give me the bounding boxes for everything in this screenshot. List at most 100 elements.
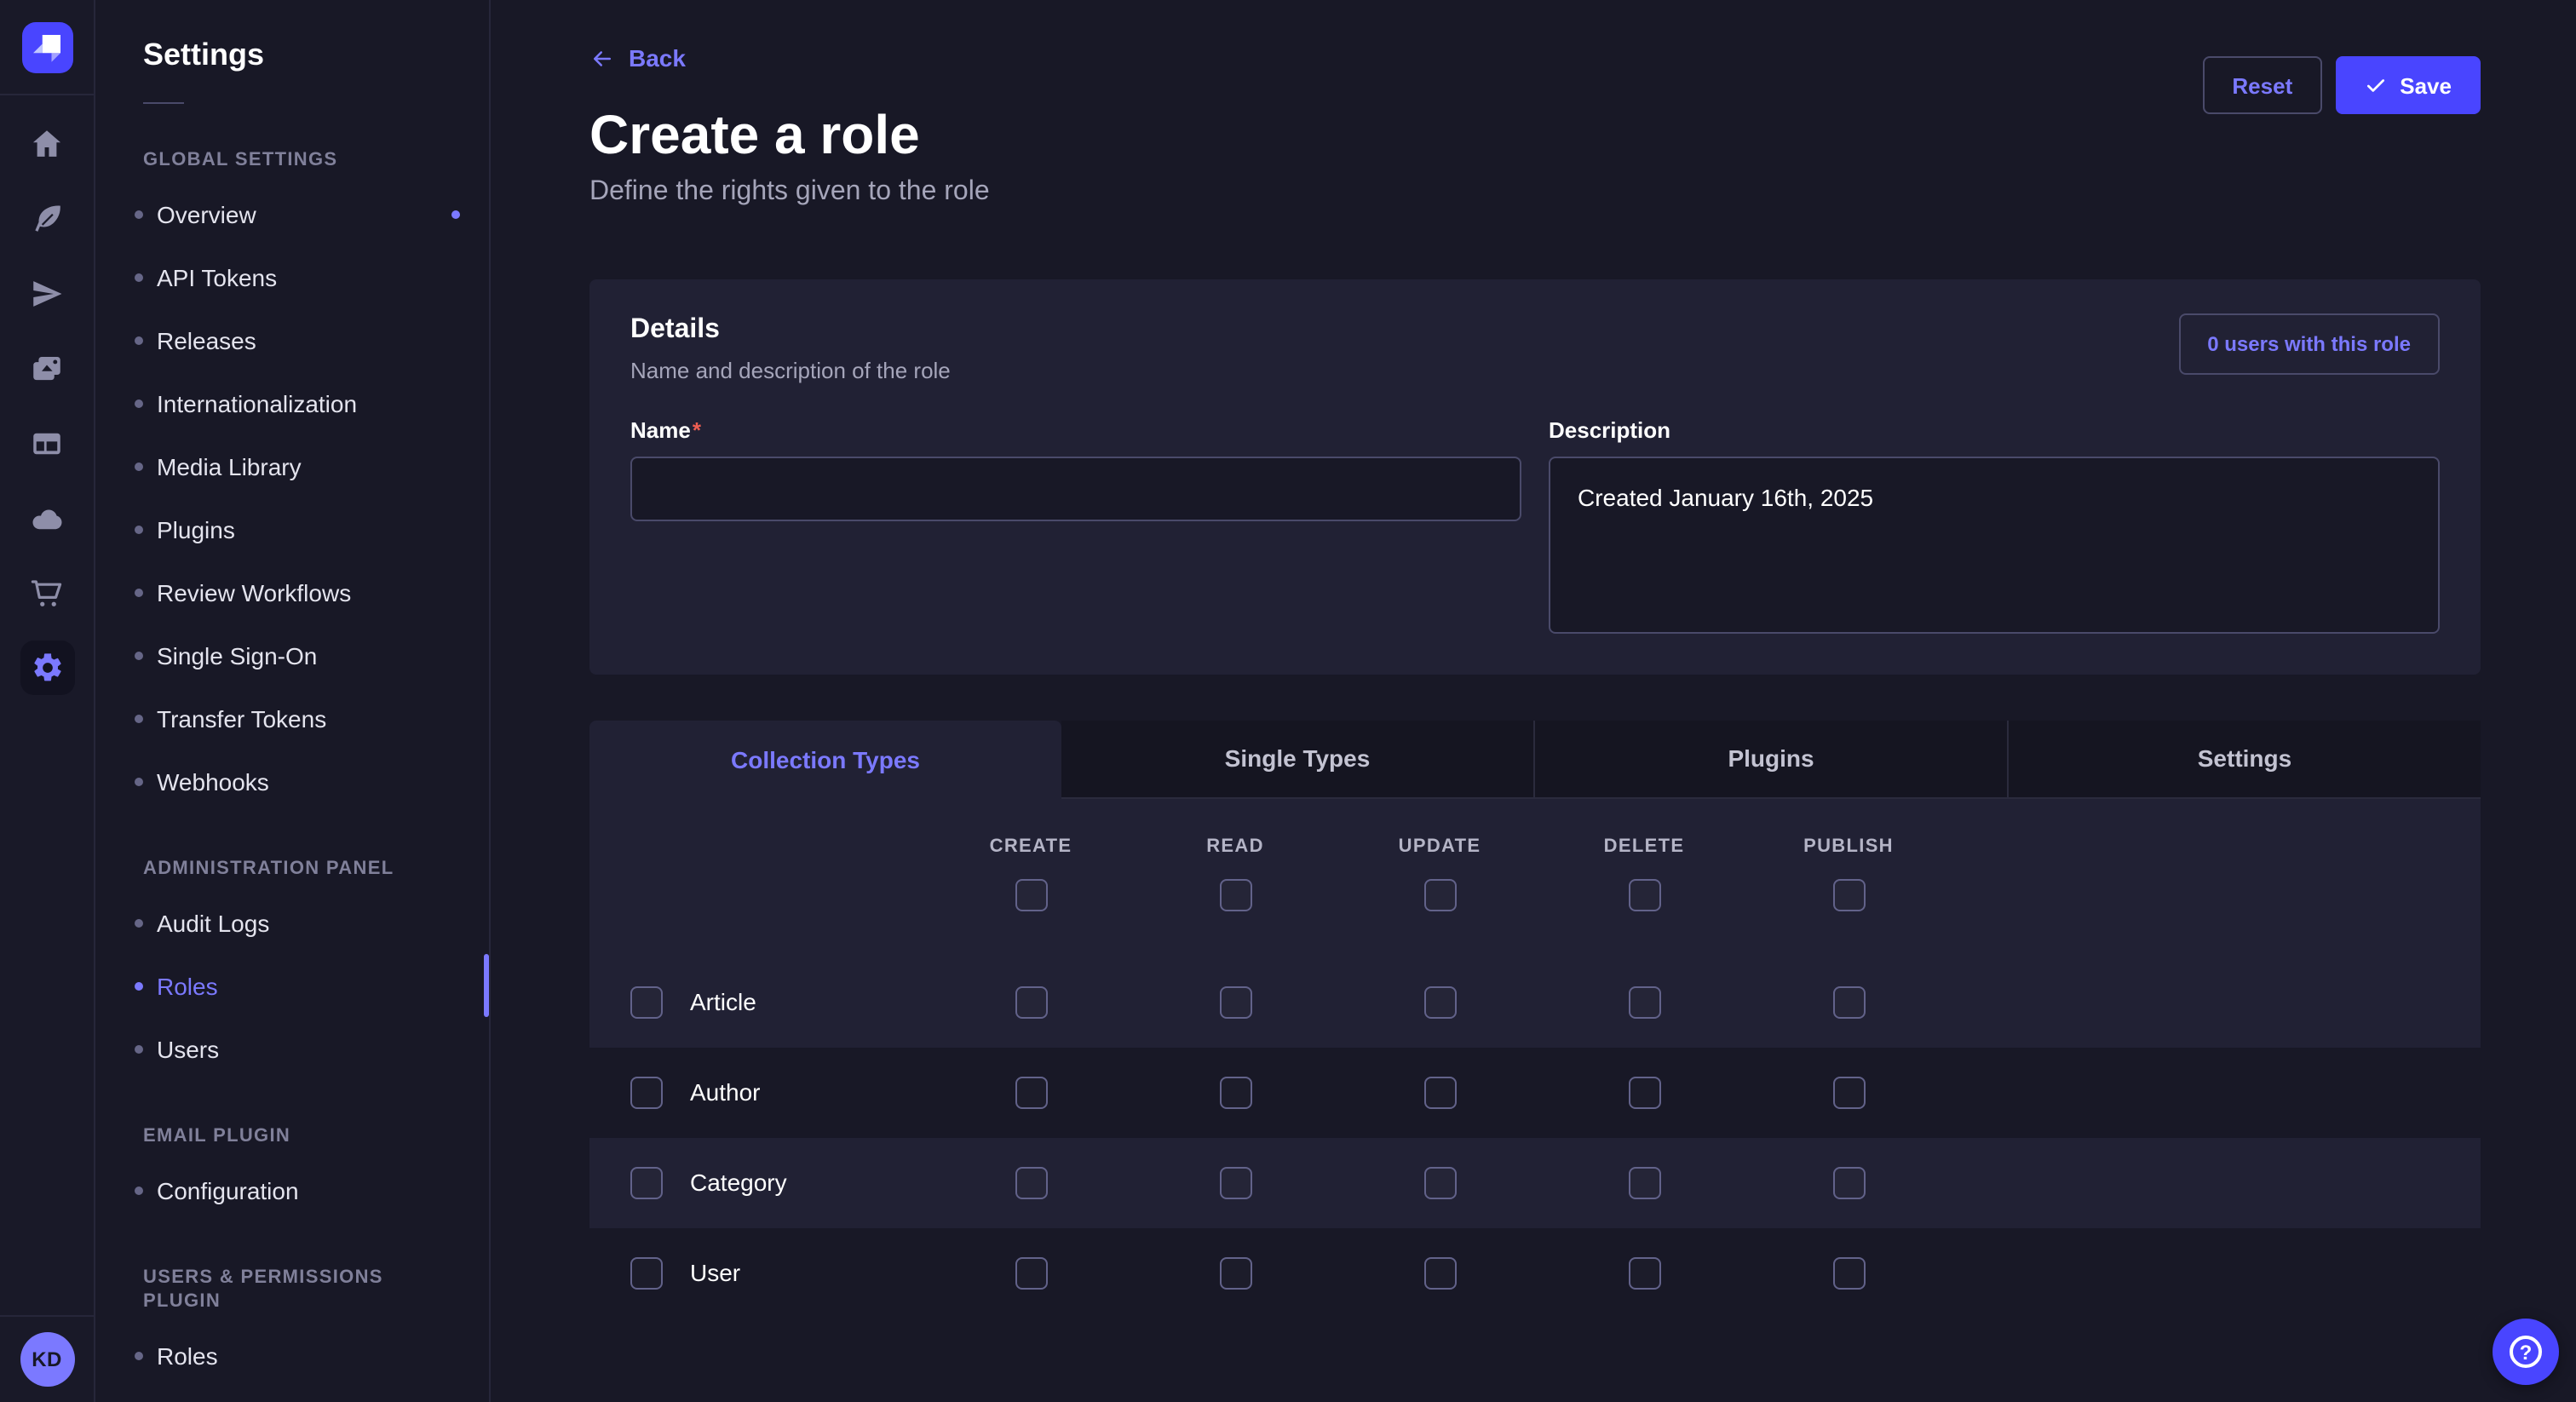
user-avatar[interactable]: KD [20,1332,74,1387]
bullet-icon [135,588,143,596]
reset-button[interactable]: Reset [2203,56,2321,114]
main-content: Back Create a role Define the rights giv… [491,0,2576,1402]
category-read-checkbox[interactable] [1219,1166,1251,1198]
description-textarea[interactable]: Created January 16th, 2025 [1549,456,2440,633]
check-icon [2364,74,2386,96]
sidebar-item-overview[interactable]: Overview [95,182,489,245]
row-select-checkbox[interactable] [630,1166,663,1198]
active-item-indicator [484,954,489,1017]
name-input[interactable] [630,456,1521,520]
category-delete-checkbox[interactable] [1628,1166,1660,1198]
cart-icon[interactable] [9,555,84,630]
nav-list-administration-panel: Audit Logs Roles Users [95,891,489,1080]
rail-footer: KD [0,1315,94,1402]
article-read-checkbox[interactable] [1219,985,1251,1018]
sidebar-item-webhooks[interactable]: Webhooks [95,750,489,813]
user-update-checkbox[interactable] [1423,1256,1456,1289]
sidebar-item-label: Overview [157,200,256,227]
sidebar-item-users[interactable]: Users [95,1017,489,1080]
media-library-icon[interactable] [9,330,84,405]
author-update-checkbox[interactable] [1423,1076,1456,1108]
tab-collection-types[interactable]: Collection Types [589,720,1061,798]
sidebar-item-label: Media Library [157,452,302,480]
feather-icon[interactable] [9,181,84,256]
row-label: Article [690,988,756,1015]
user-publish-checkbox[interactable] [1832,1256,1865,1289]
column-header-delete: DELETE [1604,836,1685,856]
article-create-checkbox[interactable] [1015,985,1047,1018]
sidebar-item-roles-admin[interactable]: Roles [95,954,489,1017]
author-create-checkbox[interactable] [1015,1076,1047,1108]
sidebar-title-divider [143,102,184,104]
name-label: Name* [630,417,1521,442]
bullet-icon [135,1186,143,1194]
sidebar-item-roles-up[interactable]: Roles [95,1324,489,1387]
section-label-global-settings: GLOBAL SETTINGS [143,148,441,172]
home-icon[interactable] [9,106,84,181]
nav-list-email-plugin: Configuration [95,1158,489,1221]
sidebar-item-review-workflows[interactable]: Review Workflows [95,560,489,623]
category-create-checkbox[interactable] [1015,1166,1047,1198]
category-publish-checkbox[interactable] [1832,1166,1865,1198]
sidebar-item-releases[interactable]: Releases [95,308,489,371]
sidebar-item-single-sign-on[interactable]: Single Sign-On [95,623,489,687]
tab-settings[interactable]: Settings [2007,720,2481,798]
sidebar-item-audit-logs[interactable]: Audit Logs [95,891,489,954]
category-update-checkbox[interactable] [1423,1166,1456,1198]
help-button[interactable]: ? [2493,1319,2559,1385]
sidebar-item-plugins[interactable]: Plugins [95,497,489,560]
users-with-role-button[interactable]: 0 users with this role [2178,313,2440,374]
required-asterisk: * [693,417,701,442]
back-link[interactable]: Back [589,44,686,72]
save-button[interactable]: Save [2335,56,2481,114]
bullet-icon [135,525,143,533]
select-all-delete-checkbox[interactable] [1628,878,1660,911]
cloud-icon[interactable] [9,480,84,555]
article-update-checkbox[interactable] [1423,985,1456,1018]
article-delete-checkbox[interactable] [1628,985,1660,1018]
paper-plane-icon[interactable] [9,256,84,330]
select-all-update-checkbox[interactable] [1423,878,1456,911]
layout-panel-icon[interactable] [9,405,84,480]
sidebar-item-label: Users [157,1035,219,1062]
details-subtitle: Name and description of the role [630,357,951,382]
select-all-publish-checkbox[interactable] [1832,878,1865,911]
column-header-create: CREATE [990,836,1072,856]
sidebar-item-internationalization[interactable]: Internationalization [95,371,489,434]
description-label: Description [1549,417,2440,442]
bullet-icon [135,462,143,470]
sidebar-item-transfer-tokens[interactable]: Transfer Tokens [95,687,489,750]
select-all-read-checkbox[interactable] [1219,878,1251,911]
author-publish-checkbox[interactable] [1832,1076,1865,1108]
article-publish-checkbox[interactable] [1832,985,1865,1018]
permissions-panel: CREATE READ UPDATE DELETE PUBLISH [589,798,2481,1318]
sidebar-item-label: Internationalization [157,389,357,417]
user-create-checkbox[interactable] [1015,1256,1047,1289]
section-label-users-permissions-plugin: USERS & PERMISSIONS PLUGIN [143,1266,441,1313]
gear-icon[interactable] [9,630,84,705]
section-label-email-plugin: EMAIL PLUGIN [143,1124,441,1148]
icon-rail: KD [0,0,95,1402]
sidebar-item-providers[interactable]: Providers [95,1387,489,1402]
row-select-checkbox[interactable] [630,1256,663,1289]
description-field-group: Description Created January 16th, 2025 [1549,417,2440,633]
notification-dot-icon [451,210,460,218]
bullet-icon [135,399,143,407]
sidebar-item-label: Audit Logs [157,909,269,936]
tab-plugins[interactable]: Plugins [1533,720,2007,798]
bullet-icon [135,336,143,344]
tab-single-types[interactable]: Single Types [1061,720,1533,798]
row-select-checkbox[interactable] [630,985,663,1018]
table-row-article: Article [589,957,2481,1047]
table-row-user: User [589,1227,2481,1318]
row-select-checkbox[interactable] [630,1076,663,1108]
user-delete-checkbox[interactable] [1628,1256,1660,1289]
sidebar-item-api-tokens[interactable]: API Tokens [95,245,489,308]
sidebar-item-configuration[interactable]: Configuration [95,1158,489,1221]
sidebar-item-media-library[interactable]: Media Library [95,434,489,497]
author-delete-checkbox[interactable] [1628,1076,1660,1108]
user-read-checkbox[interactable] [1219,1256,1251,1289]
author-read-checkbox[interactable] [1219,1076,1251,1108]
strapi-logo[interactable] [21,22,72,73]
select-all-create-checkbox[interactable] [1015,878,1047,911]
